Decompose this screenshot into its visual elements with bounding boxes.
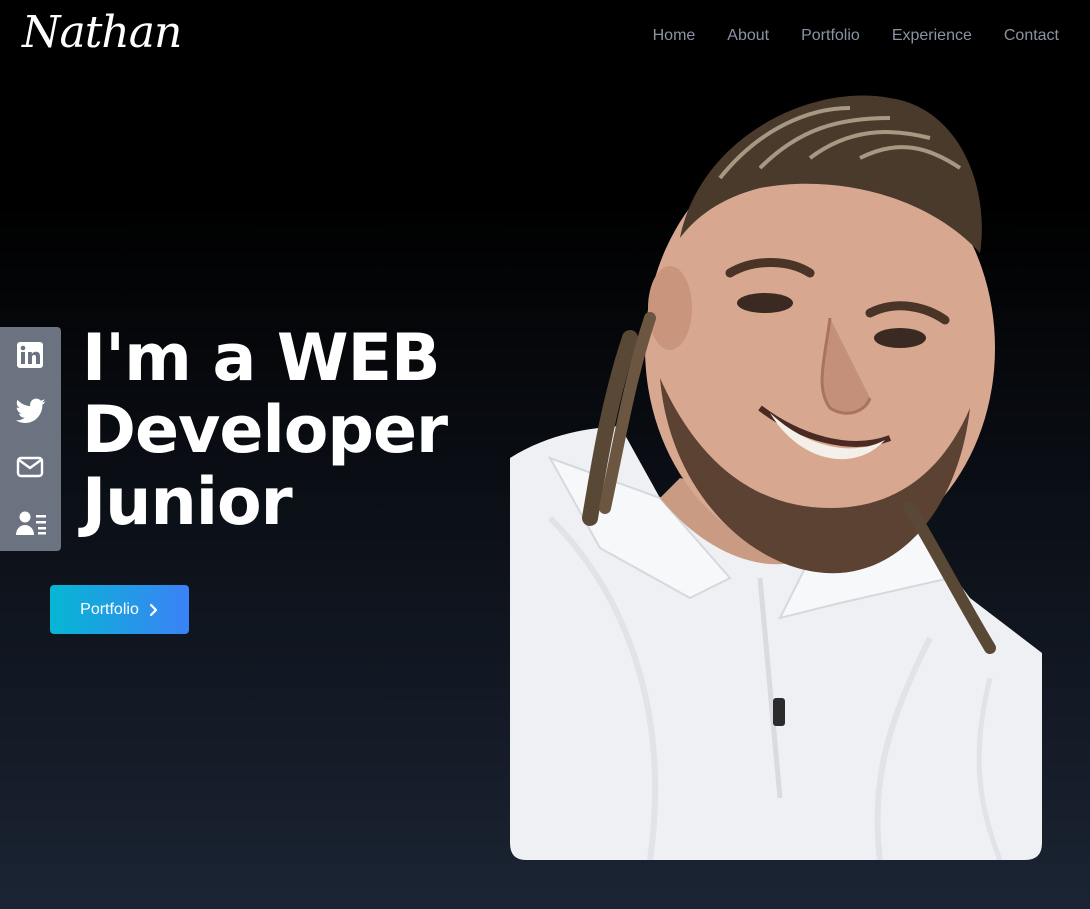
nav-contact[interactable]: Contact [1004,24,1059,48]
hero-headline: I'm a WEB Developer Junior [82,321,448,540]
site-logo[interactable]: Nathan [22,2,182,64]
nav-experience[interactable]: Experience [892,24,972,48]
linkedin-link[interactable] [0,327,61,383]
nav-about[interactable]: About [727,24,769,48]
resume-link[interactable] [0,495,61,551]
headline-line-3: Junior [82,465,293,540]
social-links-bar [0,327,61,551]
twitter-link[interactable] [0,383,61,439]
resume-icon [16,511,46,535]
headline-line-2: Developer [82,393,448,468]
twitter-icon [16,398,46,423]
nav-portfolio[interactable]: Portfolio [801,24,860,48]
chevron-right-icon [149,603,157,616]
headline-line-1: I'm a WEB [82,321,441,396]
mail-icon [16,456,44,478]
profile-photo [510,95,1042,860]
portfolio-button[interactable]: Portfolio [50,585,189,634]
portfolio-button-label: Portfolio [80,600,139,618]
main-nav: Home About Portfolio Experience Contact [653,24,1059,48]
linkedin-icon [17,342,43,368]
email-link[interactable] [0,439,61,495]
nav-home[interactable]: Home [653,24,696,48]
